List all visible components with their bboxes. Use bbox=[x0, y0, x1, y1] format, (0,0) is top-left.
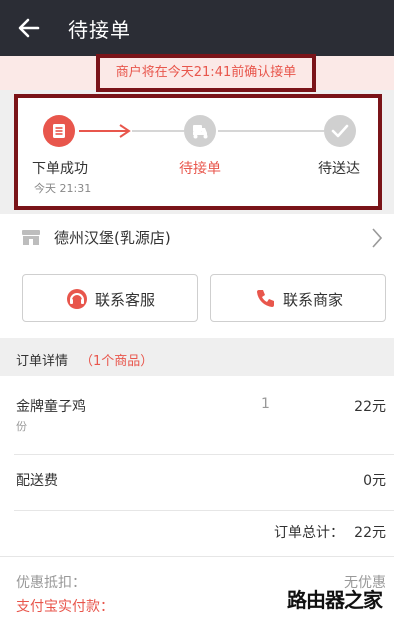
store-icon bbox=[22, 230, 40, 245]
step-label-ordered: 下单成功 bbox=[32, 161, 88, 177]
order-progress-stepper: 下单成功 今天 21:31 待接单 待送达 bbox=[14, 94, 382, 210]
item-quantity: 1 bbox=[261, 396, 270, 412]
delivery-fee-label: 配送费 bbox=[16, 473, 58, 489]
divider bbox=[14, 510, 394, 511]
divider bbox=[14, 454, 394, 455]
step-label-awaiting: 待接单 bbox=[179, 161, 221, 177]
page-title: 待接单 bbox=[68, 18, 131, 42]
item-unit: 份 bbox=[16, 420, 27, 433]
store-row[interactable]: 德州汉堡(乳源店) bbox=[0, 214, 394, 262]
delivery-fee-value: 0元 bbox=[363, 473, 386, 489]
store-name: 德州汉堡(乳源店) bbox=[54, 229, 171, 247]
order-list-icon bbox=[43, 115, 75, 147]
confirm-deadline-notice: 商户将在今天21:41前确认接单 bbox=[96, 54, 316, 92]
checkmark-icon bbox=[324, 115, 356, 147]
progress-line-pending bbox=[218, 130, 324, 132]
order-total-value: 22元 bbox=[354, 525, 386, 541]
contact-merchant-label: 联系商家 bbox=[283, 291, 344, 309]
watermark-logo: 路由器之家 bbox=[287, 588, 383, 612]
contact-actions: 联系客服 联系商家 bbox=[0, 262, 394, 338]
progress-line-pending bbox=[132, 130, 184, 132]
order-details-title: 订单详情 bbox=[16, 354, 69, 369]
divider bbox=[0, 556, 394, 557]
alipay-paid-label: 支付宝实付款： bbox=[16, 599, 114, 615]
back-arrow-icon[interactable] bbox=[16, 15, 42, 41]
contact-service-button[interactable]: 联系客服 bbox=[22, 274, 198, 322]
item-count: （1个商品） bbox=[80, 354, 154, 369]
contact-merchant-button[interactable]: 联系商家 bbox=[210, 274, 386, 322]
order-details-header: 订单详情 （1个商品） bbox=[0, 340, 394, 376]
phone-icon bbox=[257, 290, 274, 307]
progress-arrow-icon bbox=[119, 124, 131, 138]
chevron-right-icon bbox=[372, 228, 383, 248]
item-price: 22元 bbox=[354, 399, 386, 415]
step-label-delivered: 待送达 bbox=[318, 161, 360, 177]
order-total-label: 订单总计： bbox=[274, 525, 344, 541]
delivery-scooter-icon bbox=[184, 115, 216, 147]
top-bar: 待接单 bbox=[0, 0, 394, 56]
step-time-ordered: 今天 21:31 bbox=[34, 182, 92, 195]
contact-service-label: 联系客服 bbox=[95, 291, 156, 309]
discount-label: 优惠抵扣： bbox=[16, 575, 86, 591]
item-name: 金牌童子鸡 bbox=[16, 399, 86, 415]
service-headset-icon bbox=[67, 289, 87, 309]
